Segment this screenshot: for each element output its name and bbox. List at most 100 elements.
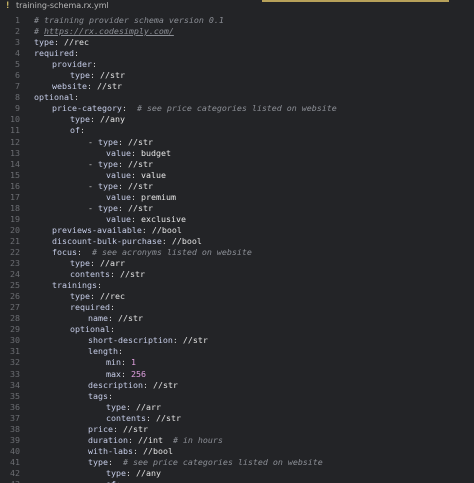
token-key: previews-available (52, 224, 142, 235)
code-line[interactable]: 23 type: //arr (0, 258, 474, 269)
line-number: 2 (15, 26, 20, 37)
token-num: 256 (131, 368, 146, 379)
line-number: 5 (15, 59, 20, 70)
line-code: required: (70, 302, 115, 313)
token-punct: : (107, 390, 113, 401)
token-punct: : (172, 335, 183, 346)
token-punct: : (89, 258, 100, 269)
token-punct: : (121, 357, 131, 368)
token-comment: # training provider schema version 0.1 (34, 15, 224, 25)
line-number: 39 (10, 434, 20, 445)
token-punct: : (107, 313, 118, 324)
code-line[interactable]: 27 required: (0, 302, 474, 313)
code-line[interactable]: 33 max: 256 (0, 369, 474, 380)
code-line[interactable]: 25 trainings: (0, 280, 474, 291)
token-punct: : (130, 213, 141, 224)
line-number: 4 (15, 48, 20, 59)
token-type: //str (119, 269, 145, 280)
code-line[interactable]: 28 name: //str (0, 313, 474, 324)
code-line[interactable]: 1 # training provider schema version 0.1 (0, 15, 474, 26)
token-type: //str (127, 180, 153, 191)
code-line[interactable]: 8 optional: (0, 92, 474, 103)
code-line[interactable]: 40 with-labs: //bool (0, 446, 474, 457)
code-line[interactable]: 37 contents: //str (0, 413, 474, 424)
token-type: //bool (171, 235, 202, 246)
token-key: price-category (52, 103, 122, 114)
token-comment: # see acronyms listed on website (91, 246, 252, 257)
tab-title[interactable]: training-schema.rx.yml (16, 1, 109, 11)
code-line[interactable]: 20 previews-available: //bool (0, 225, 474, 236)
line-code: required: (34, 48, 79, 59)
token-key: provider (52, 59, 92, 70)
code-line[interactable]: 42 type: //any (0, 468, 474, 479)
code-line[interactable]: 21 discount-bulk-purchase: //bool (0, 236, 474, 247)
token-key: optional (70, 324, 110, 335)
token-type: //bool (151, 224, 182, 235)
token-punct: : (86, 81, 97, 92)
line-code: of: (106, 479, 121, 483)
code-line[interactable]: 32 min: 1 (0, 357, 474, 368)
line-number: 9 (15, 103, 20, 114)
line-number: 38 (10, 423, 20, 434)
token-key: tags (88, 390, 108, 401)
token-punct: : (130, 147, 141, 158)
code-line[interactable]: 39 duration: //int # in hours (0, 435, 474, 446)
code-line[interactable]: 4 required: (0, 48, 474, 59)
token-key: name (88, 313, 108, 324)
line-number: 6 (15, 70, 20, 81)
code-line[interactable]: 35 tags: (0, 391, 474, 402)
code-line[interactable]: 43 of: (0, 479, 474, 483)
token-punct: : (96, 280, 102, 291)
line-code: type: //any (106, 468, 161, 479)
token-key: focus (52, 246, 77, 257)
code-line[interactable]: 9 price-category: # see price categories … (0, 103, 474, 114)
line-number: 7 (15, 81, 20, 92)
token-punct: : (141, 224, 152, 235)
line-number: 30 (10, 335, 20, 346)
code-line[interactable]: 15 value: value (0, 170, 474, 181)
code-line[interactable]: 10 type: //any (0, 114, 474, 125)
code-line[interactable]: 5 provider: (0, 59, 474, 70)
code-line[interactable]: 14 - type: //str (0, 159, 474, 170)
line-code: type: //any (70, 114, 125, 125)
code-line[interactable]: 24 contents: //str (0, 269, 474, 280)
code-line[interactable]: 11 of: (0, 125, 474, 136)
code-line[interactable]: 17 value: premium (0, 192, 474, 203)
code-line[interactable]: 36 type: //arr (0, 402, 474, 413)
line-number: 1 (15, 15, 20, 25)
code-line[interactable]: 2 # https://rx.codesimply.com/ (0, 26, 474, 37)
code-line[interactable]: 22 focus: # see acronyms listed on websit… (0, 247, 474, 258)
token-punct: : (91, 59, 97, 70)
code-line[interactable]: 41 type: # see price categories listed on… (0, 457, 474, 468)
code-line[interactable]: 34 description: //str (0, 380, 474, 391)
token-key: duration (88, 434, 128, 445)
code-line[interactable]: 13 value: budget (0, 148, 474, 159)
token-key: optional (34, 92, 74, 103)
code-line[interactable]: 6 type: //str (0, 70, 474, 81)
code-line[interactable]: 26 type: //rec (0, 291, 474, 302)
token-punct: : (73, 92, 79, 103)
token-type: //str (152, 379, 178, 390)
code-line[interactable]: 3 type: //rec (0, 37, 474, 48)
token-type: //str (127, 158, 153, 169)
code-line[interactable]: 30 short-description: //str (0, 335, 474, 346)
token-punct: : (117, 158, 128, 169)
line-code: with-labs: //bool (88, 446, 173, 457)
code-line[interactable]: 16 - type: //str (0, 181, 474, 192)
line-number: 40 (10, 445, 20, 456)
token-key: required (70, 302, 110, 313)
token-key: of (70, 125, 80, 136)
code-line[interactable]: 7 website: //str (0, 81, 474, 92)
code-line[interactable]: 18 - type: //str (0, 203, 474, 214)
line-number: 12 (10, 136, 20, 147)
code-line[interactable]: 31 length: (0, 346, 474, 357)
line-code: type: //arr (106, 402, 161, 413)
code-line[interactable]: 12 - type: //str (0, 137, 474, 148)
token-punct: : (121, 103, 137, 114)
code-line[interactable]: 38 price: //str (0, 424, 474, 435)
token-punct: : (109, 269, 120, 280)
code-line[interactable]: 29 optional: (0, 324, 474, 335)
line-number: 11 (10, 125, 20, 136)
code-editor[interactable]: 1 # training provider schema version 0.1 2… (0, 15, 474, 483)
code-line[interactable]: 19 value: exclusive (0, 214, 474, 225)
